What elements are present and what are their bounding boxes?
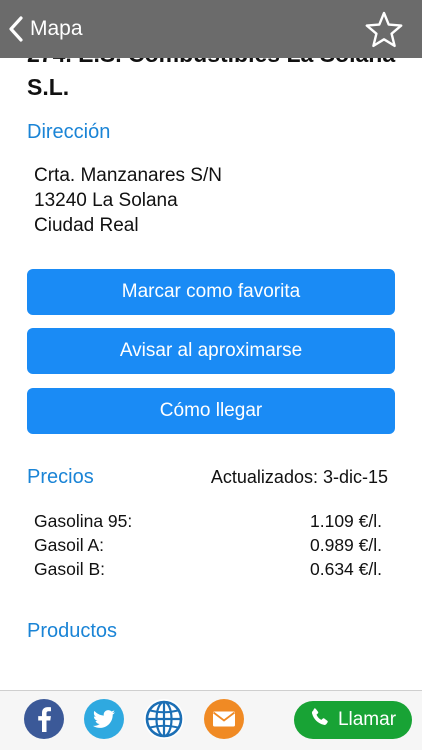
twitter-share-button[interactable] — [84, 699, 124, 739]
email-button[interactable] — [204, 699, 244, 739]
notify-approach-button[interactable]: Avisar al aproximarse — [27, 328, 395, 374]
call-button[interactable]: Llamar — [294, 701, 412, 739]
back-button-label: Mapa — [30, 17, 83, 40]
phone-icon — [310, 707, 338, 733]
price-row: Gasoil A: 0.989 €/l. — [34, 533, 382, 557]
fuel-label: Gasoil B: — [34, 559, 105, 579]
favorite-star-button[interactable] — [364, 10, 404, 50]
address-line: Crta. Manzanares S/N — [34, 165, 222, 186]
address-block: Crta. Manzanares S/N 13240 La Solana Ciu… — [34, 163, 222, 238]
mark-favorite-button[interactable]: Marcar como favorita — [27, 269, 395, 315]
envelope-icon — [204, 699, 244, 739]
prices-updated-date: Actualizados: 3-dic-15 — [210, 467, 388, 487]
price-list: Gasolina 95: 1.109 €/l. Gasoil A: 0.989 … — [34, 509, 382, 581]
bottom-toolbar: Llamar — [0, 690, 422, 750]
fuel-label: Gasoil A: — [34, 535, 105, 555]
address-heading: Dirección — [27, 121, 111, 143]
directions-button[interactable]: Cómo llegar — [27, 388, 395, 434]
products-heading: Productos — [27, 620, 118, 642]
prices-heading: Precios — [27, 466, 94, 488]
globe-icon — [144, 699, 184, 739]
price-row: Gasoil B: 0.634 €/l. — [34, 557, 382, 581]
back-button[interactable]: Mapa — [8, 12, 83, 46]
fuel-price: 0.634 €/l. — [310, 559, 382, 579]
fuel-label: Gasolina 95: — [34, 511, 133, 531]
call-button-label: Llamar — [337, 709, 397, 730]
fuel-price: 0.989 €/l. — [310, 535, 382, 555]
fuel-price: 1.109 €/l. — [310, 511, 382, 531]
facebook-icon — [24, 699, 64, 739]
address-line: Ciudad Real — [34, 215, 139, 236]
address-line: 13240 La Solana — [34, 190, 178, 211]
chevron-left-icon — [8, 15, 24, 43]
price-row: Gasolina 95: 1.109 €/l. — [34, 509, 382, 533]
navigation-bar: Mapa — [0, 0, 422, 58]
facebook-share-button[interactable] — [24, 699, 64, 739]
website-button[interactable] — [144, 699, 184, 739]
star-outline-icon — [364, 11, 404, 54]
twitter-icon — [84, 699, 124, 739]
